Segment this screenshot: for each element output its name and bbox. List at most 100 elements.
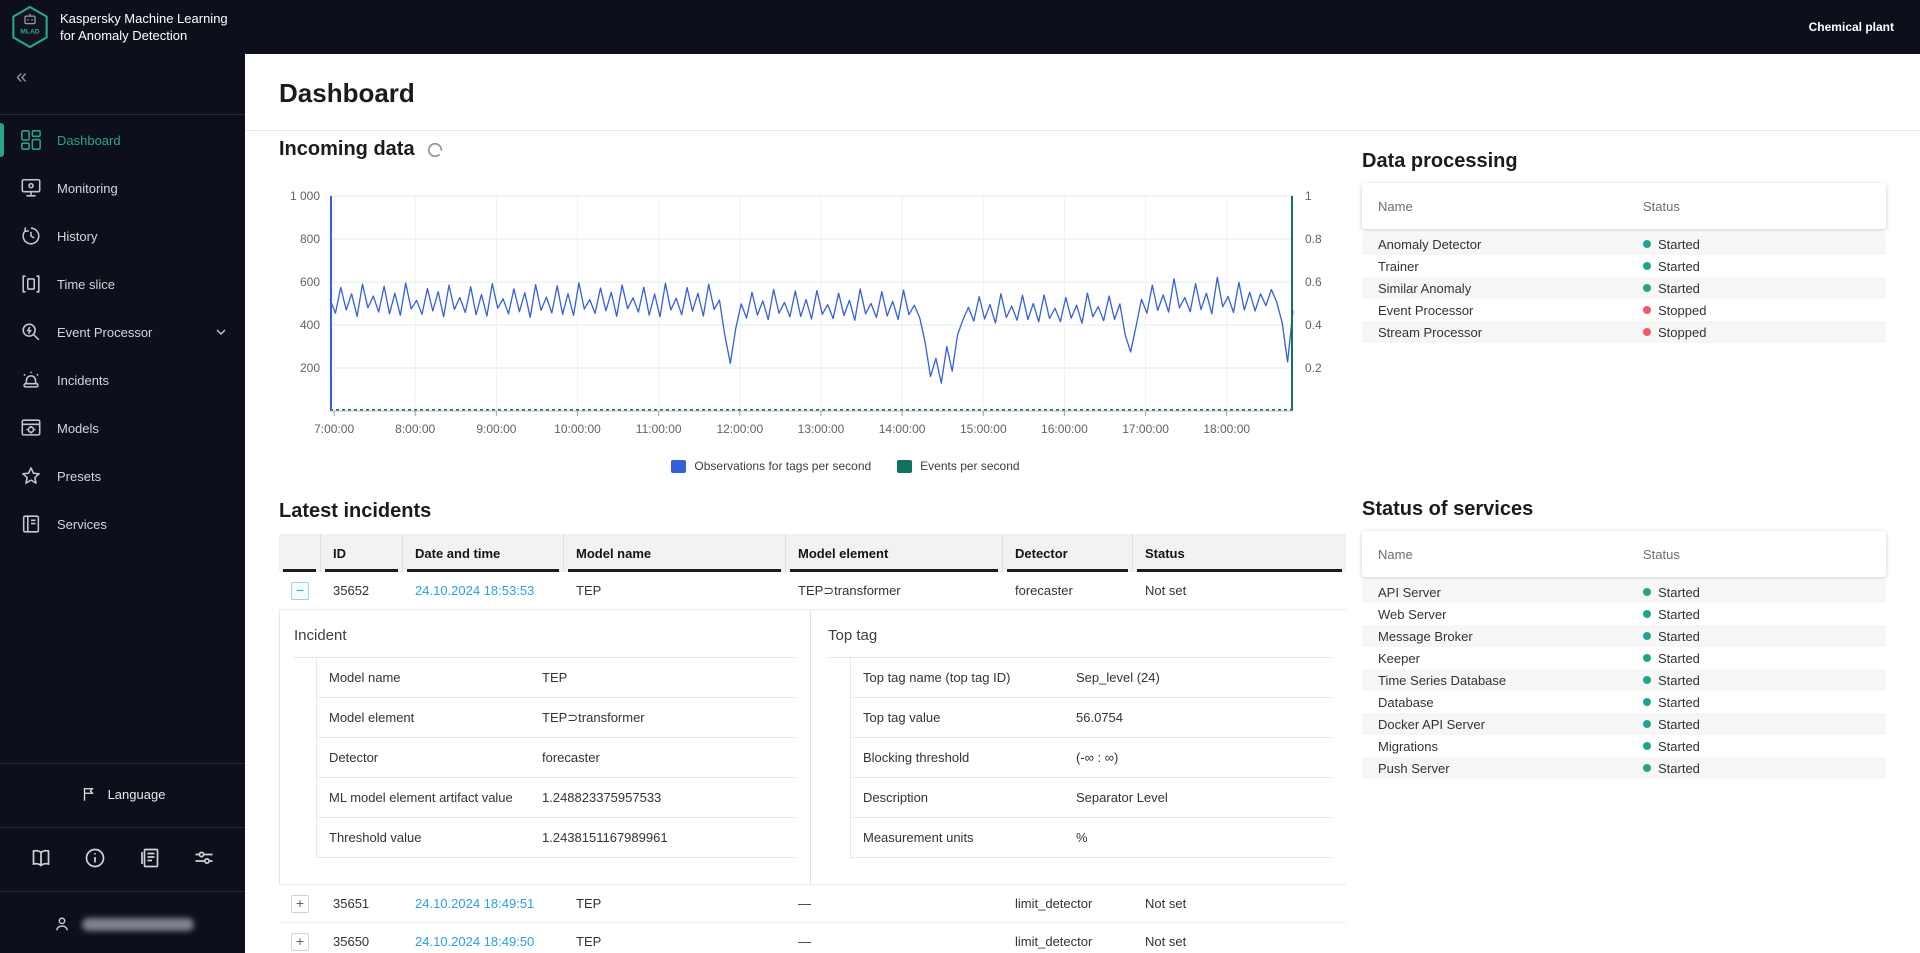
expand-row-button[interactable]: + bbox=[291, 894, 309, 913]
user-email-blurred bbox=[81, 917, 194, 931]
incidents-siren-icon bbox=[23, 371, 39, 388]
sidebar-divider bbox=[0, 827, 245, 828]
table-row: Docker API Server Started bbox=[1362, 713, 1886, 735]
incident-detail-expanded: Incident Model name TEP Model element TEP⊃… bbox=[279, 610, 1346, 885]
sidebar: « Dashboard Monitoring History Time slic… bbox=[0, 54, 245, 953]
detail-row: Threshold value 1.2438151167989961 bbox=[317, 818, 796, 858]
status-of-services-panel: Status of services Name Status API Serve… bbox=[1362, 498, 1886, 779]
collapse-row-button[interactable]: − bbox=[291, 581, 309, 600]
sidebar-item-history[interactable]: History bbox=[0, 212, 245, 260]
top-bar: MLAD Kaspersky Machine Learning for Anom… bbox=[0, 0, 1920, 54]
status-dot bbox=[1643, 328, 1651, 336]
sidebar-item-time-slice[interactable]: Time slice bbox=[0, 260, 245, 308]
about-button[interactable] bbox=[80, 844, 110, 874]
sidebar-item-label: Presets bbox=[57, 468, 102, 484]
sidebar-collapse-button[interactable]: « bbox=[16, 62, 46, 92]
svg-text:17:00:00: 17:00:00 bbox=[1122, 422, 1169, 436]
detail-value: TEP⊃transformer bbox=[542, 709, 645, 725]
service-name: Trainer bbox=[1378, 258, 1419, 274]
service-name: Web Server bbox=[1378, 606, 1447, 622]
detail-value: % bbox=[1076, 830, 1088, 845]
detail-value: 1.2438151167989961 bbox=[542, 830, 668, 845]
incident-date-link[interactable]: 24.10.2024 18:53:53 bbox=[415, 583, 534, 598]
incoming-data-chart: 7:00:00 8:00:00 9:00:00 10:00:00 11:00:00 12:… bbox=[275, 186, 1348, 453]
incident-row-35650: + 35650 24.10.2024 18:49:50 TEP — limit_… bbox=[279, 923, 1346, 953]
incidents-table-header: ID Date and time Model name Model elemen… bbox=[279, 534, 1346, 572]
column-header-name: Name bbox=[1378, 198, 1413, 214]
presets-star-icon bbox=[22, 467, 40, 484]
user-account[interactable] bbox=[0, 910, 245, 938]
status-label: Started bbox=[1658, 628, 1700, 644]
column-header-name: Name bbox=[1378, 546, 1413, 562]
service-name: Anomaly Detector bbox=[1378, 236, 1482, 252]
sidebar-item-label: Services bbox=[57, 516, 107, 532]
detail-label: ML model element artifact value bbox=[329, 790, 513, 805]
sidebar-item-services[interactable]: Services bbox=[0, 500, 245, 548]
svg-text:0.6: 0.6 bbox=[1305, 275, 1322, 289]
incident-model: TEP bbox=[576, 896, 602, 911]
status-dot bbox=[1643, 588, 1651, 596]
settings-button[interactable] bbox=[189, 844, 219, 874]
status-dot bbox=[1643, 654, 1651, 662]
svg-text:0.4: 0.4 bbox=[1305, 318, 1322, 332]
svg-text:0.8: 0.8 bbox=[1305, 232, 1322, 246]
expand-row-button[interactable]: + bbox=[291, 932, 309, 951]
svg-text:10:00:00: 10:00:00 bbox=[554, 422, 601, 436]
incident-detail-title: Incident bbox=[294, 627, 347, 644]
status-dot bbox=[1643, 240, 1651, 248]
sidebar-item-event-processor[interactable]: Event Processor bbox=[0, 308, 245, 356]
sidebar-item-label: Models bbox=[57, 420, 99, 436]
page-divider bbox=[245, 130, 1920, 131]
status-dot bbox=[1643, 284, 1651, 292]
table-header: Name Status bbox=[1362, 183, 1886, 229]
sidebar-item-incidents[interactable]: Incidents bbox=[0, 356, 245, 404]
time-slice-icon bbox=[22, 275, 40, 293]
changelog-button[interactable] bbox=[135, 844, 165, 874]
documentation-button[interactable] bbox=[26, 844, 56, 874]
table-row: Push Server Started bbox=[1362, 757, 1886, 779]
column-header-status: Status bbox=[1643, 198, 1680, 214]
detail-label: Top tag name (top tag ID) bbox=[863, 670, 1011, 685]
detail-label: Model element bbox=[329, 710, 415, 725]
app-title-line1: Kaspersky Machine Learning bbox=[60, 11, 228, 26]
detail-value: 56.0754 bbox=[1076, 710, 1123, 725]
svg-text:7:00:00: 7:00:00 bbox=[314, 422, 354, 436]
sidebar-item-dashboard[interactable]: Dashboard bbox=[0, 116, 245, 164]
detail-value: TEP bbox=[542, 670, 568, 685]
svg-text:1 000: 1 000 bbox=[290, 189, 320, 203]
incident-id: 35652 bbox=[333, 583, 370, 598]
app-root: MLAD Kaspersky Machine Learning for Anom… bbox=[0, 0, 1920, 953]
column-header-model-element[interactable]: Model element bbox=[786, 534, 1003, 572]
incident-row-35652: − 35652 24.10.2024 18:53:53 TEP TEP⊃tran… bbox=[279, 572, 1346, 610]
column-header-id[interactable]: ID bbox=[321, 534, 403, 572]
incident-date-link[interactable]: 24.10.2024 18:49:50 bbox=[415, 934, 534, 949]
status-label: Stopped bbox=[1658, 302, 1707, 318]
page-title: Dashboard bbox=[279, 78, 415, 108]
incident-date-link[interactable]: 24.10.2024 18:49:51 bbox=[415, 896, 534, 911]
incident-element: TEP⊃transformer bbox=[798, 582, 901, 598]
language-button[interactable]: Language bbox=[0, 780, 245, 808]
latest-incidents-section: Latest incidents ID Date and time Model … bbox=[279, 500, 1346, 953]
status-label: Started bbox=[1658, 258, 1700, 274]
sidebar-item-models[interactable]: Models bbox=[0, 404, 245, 452]
detail-row: Measurement units% bbox=[851, 818, 1332, 858]
sidebar-item-label: History bbox=[57, 228, 98, 244]
column-header-detector[interactable]: Detector bbox=[1003, 534, 1133, 572]
column-header-model-name[interactable]: Model name bbox=[564, 534, 786, 572]
detail-label: Detector bbox=[329, 750, 379, 765]
service-name: Similar Anomaly bbox=[1378, 280, 1472, 296]
status-of-services-title: Status of services bbox=[1362, 498, 1534, 520]
sidebar-item-monitoring[interactable]: Monitoring bbox=[0, 164, 245, 212]
table-row: Web Server Started bbox=[1362, 603, 1886, 625]
service-name: Migrations bbox=[1378, 738, 1438, 754]
detail-row: ML model element artifact value 1.2488233… bbox=[317, 778, 796, 818]
sidebar-divider bbox=[0, 114, 245, 115]
table-row: Similar Anomaly Started bbox=[1362, 277, 1886, 299]
sidebar-item-presets[interactable]: Presets bbox=[0, 452, 245, 500]
table-row: Message Broker Started bbox=[1362, 625, 1886, 647]
column-header-date[interactable]: Date and time bbox=[403, 534, 564, 572]
models-icon bbox=[21, 419, 41, 436]
column-header-status[interactable]: Status bbox=[1133, 534, 1346, 572]
status-label: Started bbox=[1658, 584, 1700, 600]
event-processor-icon bbox=[22, 323, 40, 341]
